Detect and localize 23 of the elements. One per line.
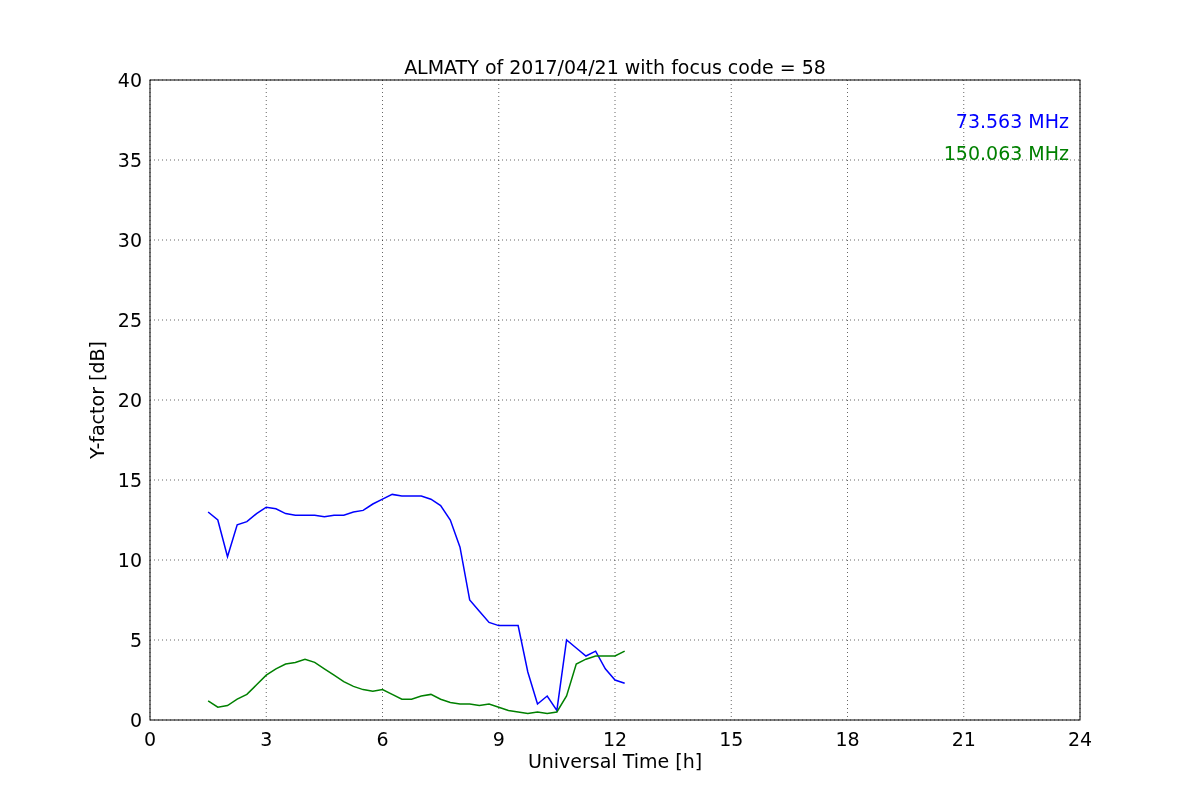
y-tick-label: 20: [117, 389, 142, 411]
x-tick-label: 21: [951, 728, 976, 750]
x-tick-label: 3: [260, 728, 273, 750]
y-tick-label: 40: [117, 69, 142, 91]
legend-label: 73.563 MHz: [955, 110, 1069, 132]
x-tick-label: 18: [835, 728, 860, 750]
y-tick-label: 10: [117, 549, 142, 571]
x-tick-label: 15: [719, 728, 744, 750]
x-tick-label: 12: [602, 728, 628, 750]
x-tick-label: 24: [1067, 728, 1093, 750]
legend-label: 150.063 MHz: [943, 142, 1069, 164]
x-tick-label: 6: [376, 728, 389, 750]
y-axis-label: Y-factor [dB]: [86, 341, 108, 459]
y-tick-label: 0: [129, 709, 142, 731]
y-tick-label: 5: [129, 629, 142, 651]
x-axis-label: Universal Time [h]: [527, 750, 703, 772]
y-tick-label: 30: [117, 229, 142, 251]
y-tick-label: 25: [117, 309, 142, 331]
y-tick-label: 15: [117, 469, 142, 491]
x-tick-label: 9: [492, 728, 505, 750]
x-tick-label: 0: [143, 728, 157, 750]
chart-title: ALMATY of 2017/04/21 with focus code = 58: [404, 56, 826, 78]
y-tick-label: 35: [117, 149, 142, 171]
